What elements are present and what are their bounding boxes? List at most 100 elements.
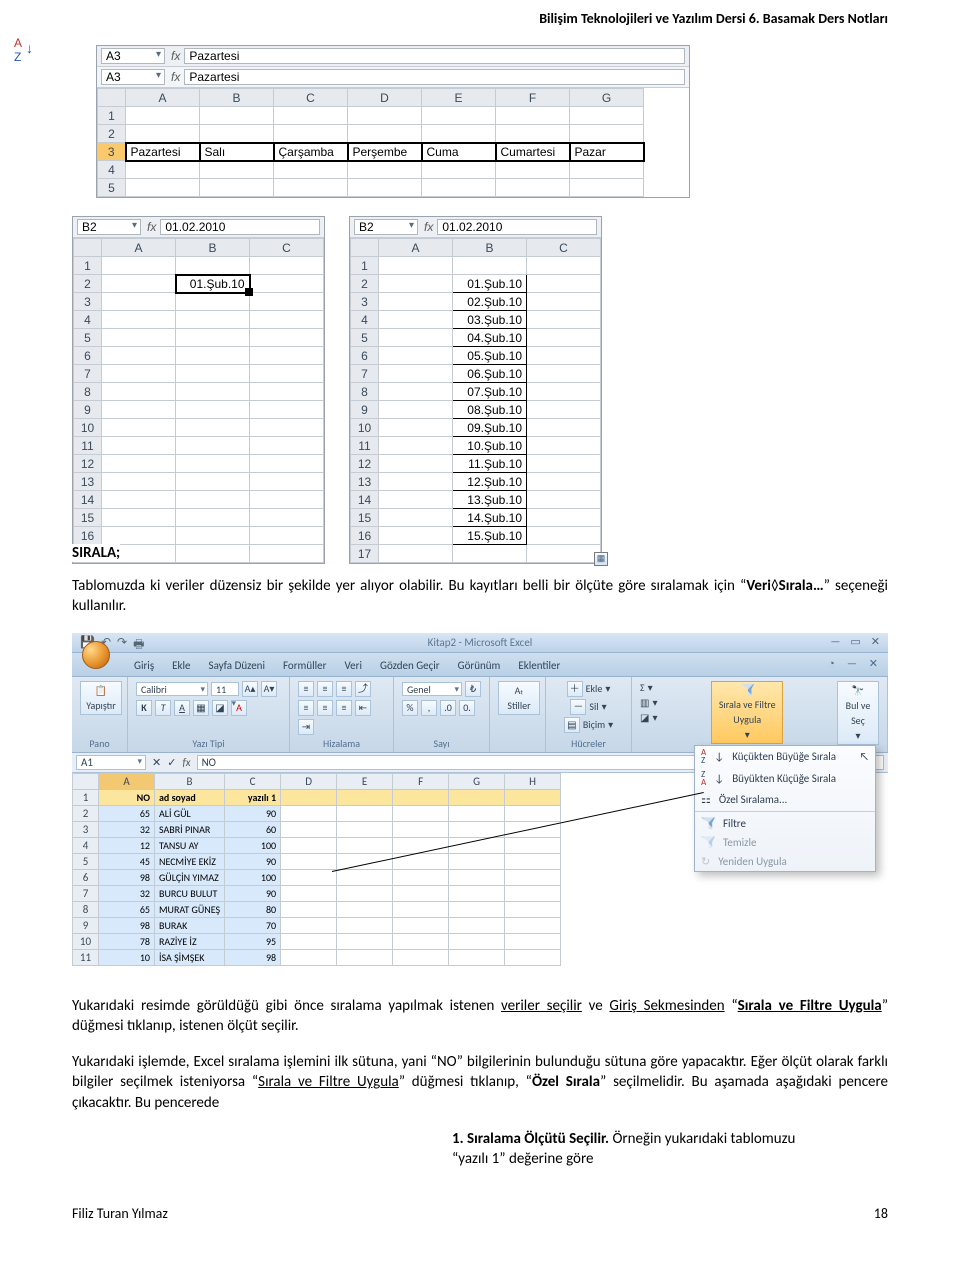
- cell[interactable]: 90: [225, 853, 281, 869]
- formula-bar[interactable]: Pazartesi: [184, 48, 685, 64]
- row-header[interactable]: 3: [74, 293, 102, 311]
- cell[interactable]: 13.Şub.10: [453, 491, 527, 509]
- menu-custom-sort[interactable]: ⚏ Özel Sıralama...: [695, 790, 875, 809]
- cell[interactable]: 90: [225, 885, 281, 901]
- col-header[interactable]: C: [225, 773, 281, 789]
- row-header[interactable]: 14: [351, 491, 379, 509]
- row-header[interactable]: 8: [74, 383, 102, 401]
- format-cell-icon[interactable]: ▤: [564, 717, 580, 733]
- row-header[interactable]: 4: [74, 311, 102, 329]
- col-header[interactable]: D: [281, 773, 337, 789]
- col-header[interactable]: E: [337, 773, 393, 789]
- close-inner-icon[interactable]: ✕: [867, 655, 880, 674]
- menu-sort-dsc[interactable]: ZA↓ Büyükten Küçüğe Sırala: [695, 768, 875, 790]
- col-header[interactable]: G: [449, 773, 505, 789]
- row-header[interactable]: 5: [351, 329, 379, 347]
- cell[interactable]: 78: [99, 933, 155, 949]
- font-name-select[interactable]: Calibri: [136, 682, 208, 696]
- cell[interactable]: 45: [99, 853, 155, 869]
- row-header[interactable]: 16: [351, 527, 379, 545]
- col-header[interactable]: D: [348, 89, 422, 107]
- tab-ekle[interactable]: Ekle: [170, 657, 192, 676]
- office-button[interactable]: [82, 641, 110, 669]
- paste-button[interactable]: 📋 Yapıştır: [80, 681, 122, 715]
- col-header[interactable]: G: [570, 89, 644, 107]
- cell[interactable]: İSA ŞİMŞEK: [155, 949, 225, 965]
- name-box-dup[interactable]: A3: [101, 69, 165, 85]
- cell[interactable]: 98: [225, 949, 281, 965]
- cancel-formula-icon[interactable]: ✕: [152, 756, 161, 769]
- autofill-options-icon[interactable]: ▦: [594, 552, 608, 566]
- cell[interactable]: 01.Şub.10: [453, 275, 527, 293]
- row-header[interactable]: 5: [73, 853, 99, 869]
- cell[interactable]: Çarşamba: [274, 143, 348, 161]
- col-header[interactable]: A: [379, 239, 453, 257]
- percent-icon[interactable]: %: [402, 700, 418, 716]
- col-header[interactable]: C: [274, 89, 348, 107]
- cell[interactable]: 09.Şub.10: [453, 419, 527, 437]
- cell[interactable]: 90: [225, 805, 281, 821]
- autosum-icon[interactable]: Σ: [640, 681, 645, 694]
- cell[interactable]: Cumartesi: [496, 143, 570, 161]
- cell[interactable]: ad soyad: [155, 789, 225, 805]
- name-box[interactable]: A1: [76, 755, 146, 770]
- min-ribbon-icon[interactable]: —: [845, 655, 859, 674]
- bold-icon[interactable]: K: [136, 700, 152, 716]
- menu-filter[interactable]: Filtre: [695, 814, 875, 833]
- row-header[interactable]: 2: [98, 125, 126, 143]
- formula-bar[interactable]: 01.02.2010: [160, 219, 320, 235]
- col-header[interactable]: A: [126, 89, 200, 107]
- row-header[interactable]: 15: [351, 509, 379, 527]
- row-header[interactable]: 4: [73, 837, 99, 853]
- cell[interactable]: RAZİYE İZ: [155, 933, 225, 949]
- tab-sayfa-duzeni[interactable]: Sayfa Düzeni: [207, 657, 267, 676]
- row-header[interactable]: 10: [74, 419, 102, 437]
- formula-bar[interactable]: 01.02.2010: [437, 219, 597, 235]
- row-header[interactable]: 6: [74, 347, 102, 365]
- cell[interactable]: 12: [99, 837, 155, 853]
- cell[interactable]: Cuma: [422, 143, 496, 161]
- row-header[interactable]: 11: [73, 949, 99, 965]
- col-header[interactable]: B: [453, 239, 527, 257]
- cell[interactable]: 14.Şub.10: [453, 509, 527, 527]
- cell[interactable]: SABRİ PINAR: [155, 821, 225, 837]
- comma-icon[interactable]: ,: [421, 700, 437, 716]
- cell[interactable]: NECMİYE EKİZ: [155, 853, 225, 869]
- cell[interactable]: 65: [99, 901, 155, 917]
- cell[interactable]: GÜLÇİN YIMAZ: [155, 869, 225, 885]
- align-top-icon[interactable]: ≡: [298, 681, 314, 697]
- cell[interactable]: 100: [225, 869, 281, 885]
- row-header[interactable]: 4: [351, 311, 379, 329]
- tab-eklentiler[interactable]: Eklentiler: [516, 657, 562, 676]
- col-header[interactable]: A: [99, 773, 155, 789]
- col-header[interactable]: A: [102, 239, 176, 257]
- row-header[interactable]: 14: [74, 491, 102, 509]
- row-header[interactable]: 7: [74, 365, 102, 383]
- inc-decimal-icon[interactable]: .0: [440, 700, 456, 716]
- help-icon[interactable]: ◔: [826, 655, 837, 674]
- row-header[interactable]: 10: [73, 933, 99, 949]
- cell[interactable]: 04.Şub.10: [453, 329, 527, 347]
- tab-veri[interactable]: Veri: [342, 657, 364, 676]
- close-icon[interactable]: ✕: [871, 635, 880, 648]
- cell[interactable]: 65: [99, 805, 155, 821]
- align-center-icon[interactable]: ≡: [317, 700, 333, 716]
- tab-gozden-gecir[interactable]: Gözden Geçir: [378, 657, 442, 676]
- cell[interactable]: 98: [99, 917, 155, 933]
- row-header[interactable]: 15: [74, 509, 102, 527]
- cell[interactable]: 02.Şub.10: [453, 293, 527, 311]
- row-header[interactable]: 9: [351, 401, 379, 419]
- name-box[interactable]: A3: [101, 48, 165, 64]
- sort-filter-button[interactable]: Sırala ve Filtre Uygula▾: [711, 681, 783, 744]
- row-header[interactable]: 1: [73, 789, 99, 805]
- row-header[interactable]: 12: [74, 455, 102, 473]
- row-header[interactable]: 1: [74, 257, 102, 275]
- cell[interactable]: 60: [225, 821, 281, 837]
- cell[interactable]: 98: [99, 869, 155, 885]
- row-header[interactable]: 7: [351, 365, 379, 383]
- col-header[interactable]: B: [200, 89, 274, 107]
- row-header[interactable]: 6: [73, 869, 99, 885]
- row-header[interactable]: 10: [351, 419, 379, 437]
- clear-icon[interactable]: ◪: [640, 711, 649, 724]
- align-right-icon[interactable]: ≡: [336, 700, 352, 716]
